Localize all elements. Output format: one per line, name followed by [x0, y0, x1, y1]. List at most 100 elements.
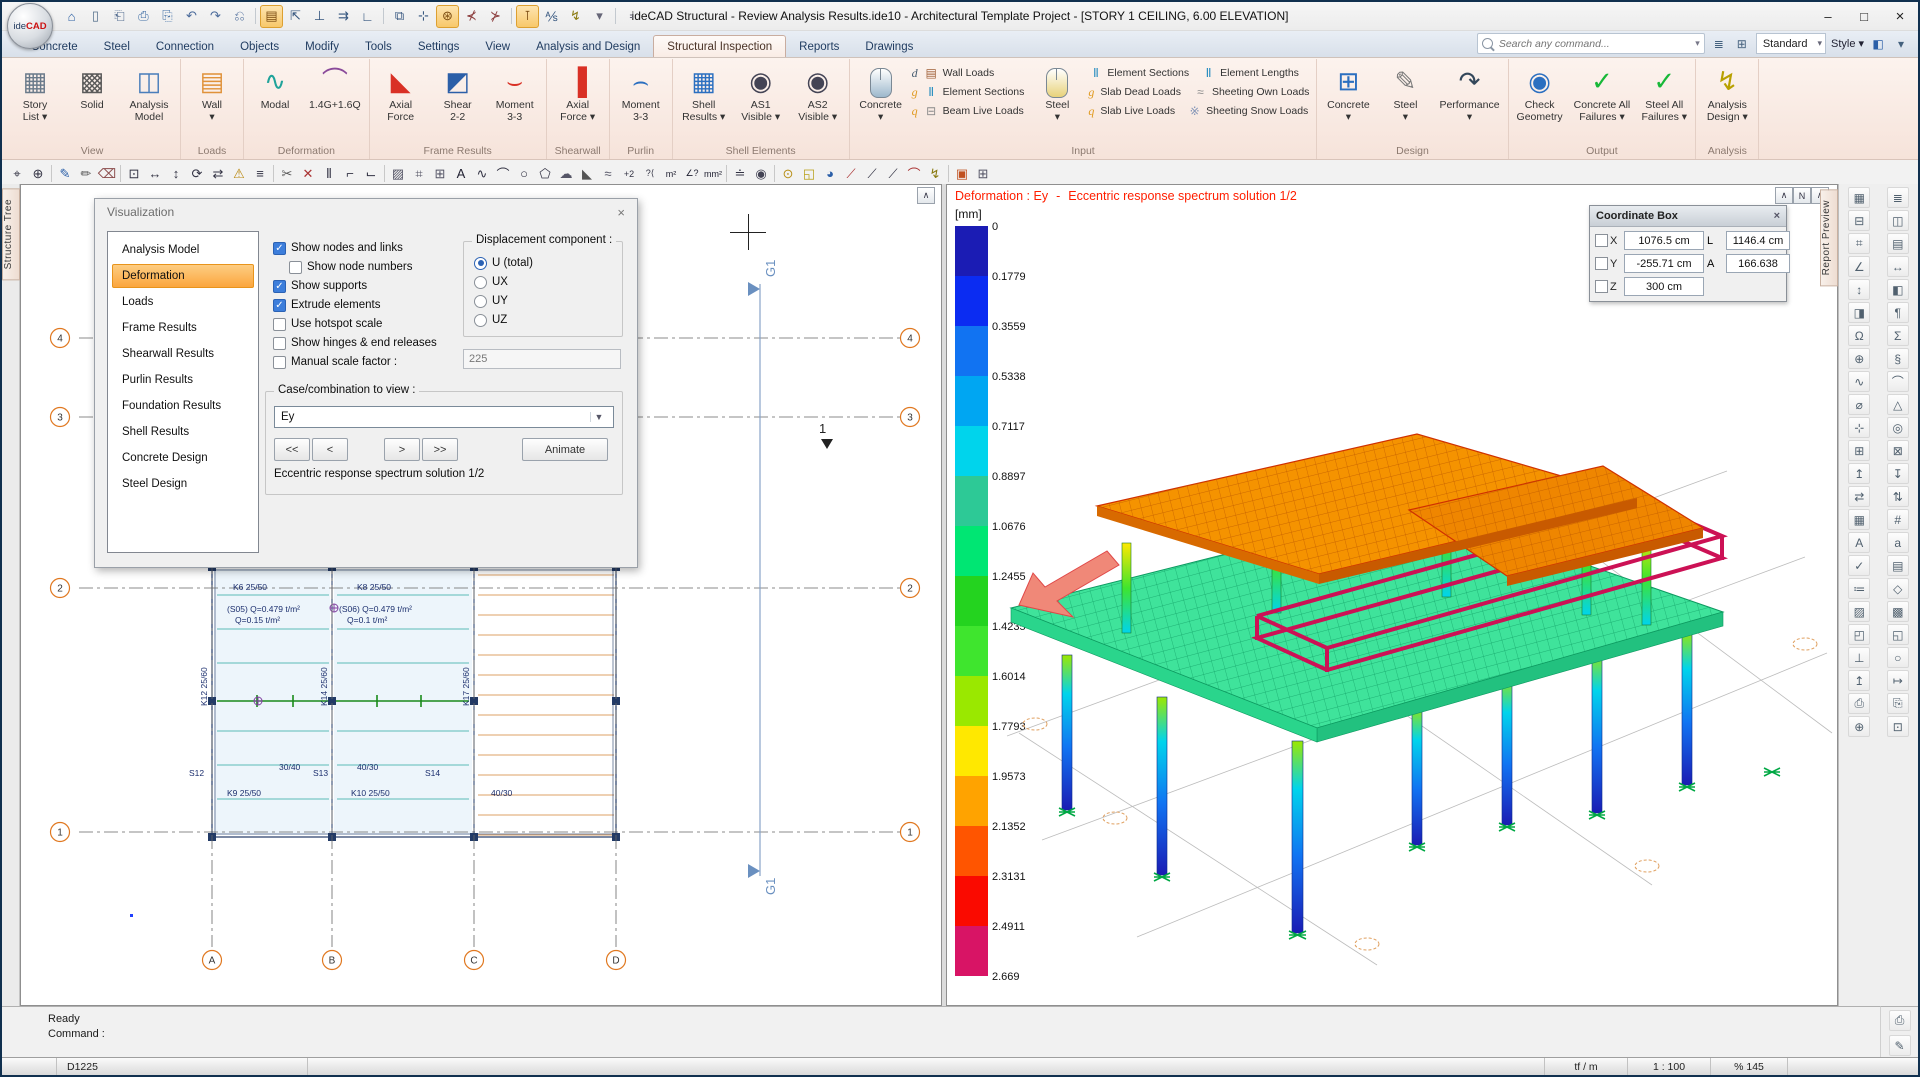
new-file-icon[interactable]: ▯	[84, 5, 107, 28]
tab-connection[interactable]: Connection	[143, 36, 227, 57]
element-lengths-item[interactable]: ⅡElement Lengths	[1201, 66, 1299, 80]
checkbox-icon[interactable]	[273, 337, 286, 350]
zoom-panel-icon[interactable]: ⊕	[1848, 716, 1870, 737]
close-button[interactable]: ×	[1882, 3, 1918, 29]
redo-icon[interactable]: ↷	[204, 5, 227, 28]
scale-as-icon[interactable]: ⅍	[540, 5, 563, 28]
undo-icon[interactable]: ↶	[180, 5, 203, 28]
zoom-extents-icon[interactable]: ⌖	[7, 164, 27, 184]
open-icon[interactable]: ⎗	[108, 5, 131, 28]
mesh-icon[interactable]: ▨	[1848, 601, 1870, 622]
axis-z-icon[interactable]: ↥	[1848, 670, 1870, 691]
angle-measure-icon[interactable]: ∠?	[682, 164, 702, 184]
ribbon-button-story-list[interactable]: ▦StoryList ▾	[7, 61, 63, 125]
print-icon[interactable]: ⎙	[1848, 693, 1870, 714]
hash-icon[interactable]: #	[1887, 509, 1909, 530]
status-scale[interactable]: 1 : 100	[1628, 1058, 1711, 1075]
run-icon[interactable]: ↯	[925, 164, 945, 184]
status-zoom[interactable]: % 145	[1711, 1058, 1788, 1075]
checkbox-icon[interactable]: ✓	[273, 242, 286, 255]
ribbon-button-solid[interactable]: ▩Solid	[64, 61, 120, 125]
diameter-icon[interactable]: ⌀	[1848, 394, 1870, 415]
text-note-icon[interactable]: A	[1848, 532, 1870, 553]
coordinate-box[interactable]: Coordinate Box× X 1076.5 cm L 1146.4 cm …	[1589, 205, 1787, 302]
report-preview-tab[interactable]: Report Preview	[1820, 189, 1838, 286]
ribbon-button-concrete[interactable]: ⊞Concrete▾	[1320, 61, 1376, 125]
coord-z-checkbox[interactable]: Z	[1595, 280, 1621, 293]
maximize-button[interactable]: □	[1846, 3, 1882, 29]
radio-icon[interactable]	[474, 276, 487, 289]
case-combo[interactable]: Ey▼	[274, 406, 614, 428]
snap-lock-icon[interactable]: ⊛	[436, 5, 459, 28]
rebar-icon[interactable]: ≔	[1848, 578, 1870, 599]
steel-element-sections-item[interactable]: ⅡElement Sections	[1088, 66, 1189, 80]
command-area[interactable]: Ready Command :	[2, 1006, 1880, 1058]
angle-snap-icon[interactable]: ∟	[356, 5, 379, 28]
combination-icon[interactable]: ⊕	[1848, 348, 1870, 369]
viz-category-deformation[interactable]: Deformation	[112, 264, 254, 288]
loads-table-icon[interactable]: Σ	[1887, 325, 1909, 346]
coord-z-field[interactable]: 300 cm	[1624, 277, 1704, 296]
offset-icon[interactable]: ⫴	[319, 164, 339, 184]
chamfer-icon[interactable]: ⌙	[361, 164, 381, 184]
wall-results-icon[interactable]: ▤	[1887, 233, 1909, 254]
scroll-up-icon[interactable]: ↥	[1848, 463, 1870, 484]
mirror-icon[interactable]: ⇄	[208, 164, 228, 184]
coord-y-field[interactable]: -255.71 cm	[1624, 254, 1704, 273]
option-show-nodes-and-links[interactable]: ✓Show nodes and links	[273, 239, 437, 257]
ribbon-button-steel[interactable]: Steel▾	[1029, 61, 1085, 125]
parallel-snap-icon[interactable]: ⇉	[332, 5, 355, 28]
coordinate-box-close-icon[interactable]: ×	[1774, 210, 1780, 222]
radio-icon[interactable]	[474, 295, 487, 308]
radio-icon[interactable]	[474, 314, 487, 327]
ribbon-button-steel[interactable]: ✎Steel▾	[1377, 61, 1433, 125]
section-view-icon[interactable]: ⊺	[516, 5, 539, 28]
idecad-logo-icon[interactable]: ideCAD	[7, 3, 53, 49]
viz-category-purlin-results[interactable]: Purlin Results	[112, 368, 254, 392]
sheeting-own-loads-item[interactable]: ≈Sheeting Own Loads	[1193, 85, 1309, 99]
ribbon-button-wall[interactable]: ▤Wall▾	[184, 61, 240, 125]
node-snap-icon[interactable]: ⊹	[412, 5, 435, 28]
ribbon-button-modal[interactable]: ∿Modal	[247, 61, 303, 125]
option-use-hotspot-scale[interactable]: Use hotspot scale	[273, 315, 437, 333]
option-show-supports[interactable]: ✓Show supports	[273, 277, 437, 295]
tab-view[interactable]: View	[472, 36, 523, 57]
graph-icon[interactable]: ∿	[1848, 371, 1870, 392]
checkbox-icon[interactable]: ✓	[273, 280, 286, 293]
ribbon-button-analysis-model[interactable]: ◫AnalysisModel	[121, 61, 177, 125]
section-cut-icon[interactable]: ◧	[1887, 279, 1909, 300]
manual-scale-input[interactable]	[463, 349, 621, 369]
last-case-button[interactable]: >>	[422, 438, 458, 461]
lock-icon[interactable]: ⊙	[778, 164, 798, 184]
target-icon[interactable]: ◎	[1887, 417, 1909, 438]
ribbon-button-check-geometry[interactable]: ◉CheckGeometry	[1512, 61, 1568, 125]
remove-view-icon[interactable]: ⊠	[1887, 440, 1909, 461]
checkbox-icon[interactable]	[273, 356, 286, 369]
warning-icon[interactable]: ⚠	[229, 164, 249, 184]
diag-q-icon[interactable]: ⟋	[883, 164, 903, 184]
slab-results-icon[interactable]: ⌗	[1848, 233, 1870, 254]
viz-category-shell-results[interactable]: Shell Results	[112, 420, 254, 444]
quick-run-icon[interactable]: ↯	[564, 5, 587, 28]
save-all-icon[interactable]: ⎘	[156, 5, 179, 28]
element-sections-item[interactable]: gⅡElement Sections	[912, 85, 1025, 100]
north-button[interactable]: N	[1793, 187, 1811, 204]
polygon-icon[interactable]: ⬠	[535, 164, 555, 184]
ribbon-button-concrete-all-failures[interactable]: ✓Concrete AllFailures ▾	[1569, 61, 1636, 125]
radio-ux[interactable]: UX	[474, 273, 622, 291]
radio-u-total[interactable]: U (total)	[474, 254, 622, 272]
add-node-icon[interactable]: +2	[619, 164, 639, 184]
checkbox-icon[interactable]: ✓	[273, 299, 286, 312]
scroll-down-icon[interactable]: ↧	[1887, 463, 1909, 484]
dimension-icon[interactable]: ↔	[1887, 256, 1909, 277]
coord-x-field[interactable]: 1076.5 cm	[1624, 231, 1704, 250]
diag-a-icon[interactable]: ⟋	[841, 164, 861, 184]
report-page-icon[interactable]: ⎙	[1889, 1010, 1911, 1031]
slope-icon[interactable]: ◣	[577, 164, 597, 184]
hatch-icon[interactable]: ▨	[388, 164, 408, 184]
detail-icon[interactable]: ◨	[1848, 302, 1870, 323]
next-case-button[interactable]: >	[384, 438, 420, 461]
draw-icon[interactable]: ✎	[55, 164, 75, 184]
coord-a-field[interactable]: 166.638	[1726, 254, 1790, 273]
break-icon[interactable]: ✕	[298, 164, 318, 184]
